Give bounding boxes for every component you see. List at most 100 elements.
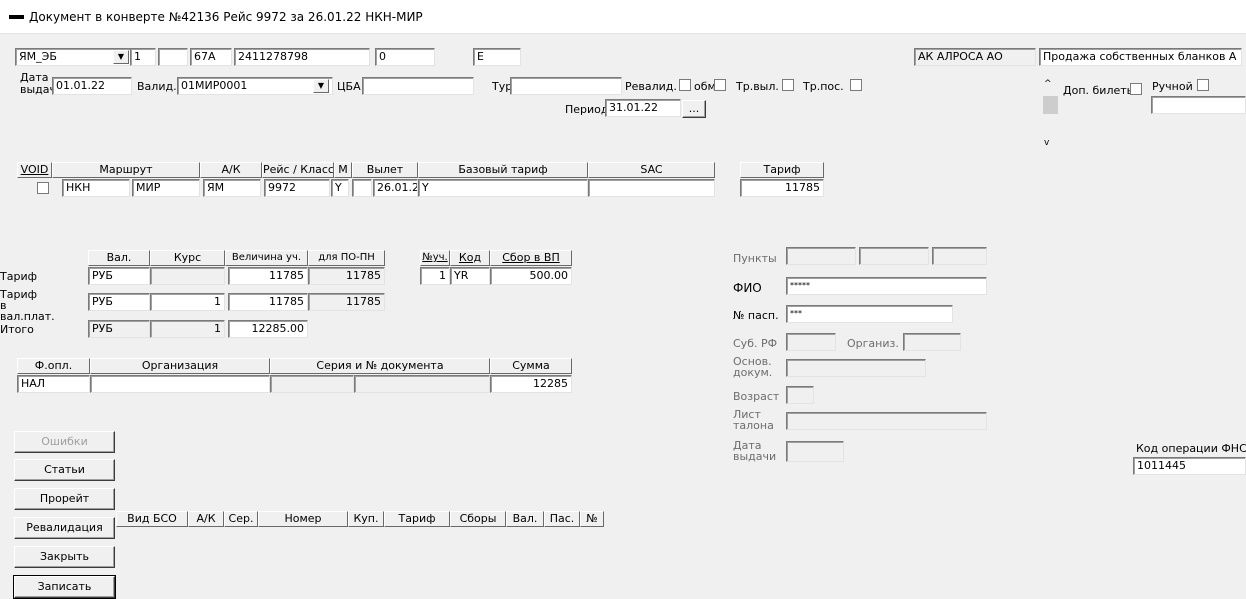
route-to[interactable]: МИР <box>132 179 200 197</box>
tour-field[interactable] <box>510 77 622 95</box>
route-ak[interactable]: ЯМ <box>203 179 261 197</box>
col-amount: Величина уч. <box>225 250 308 266</box>
col-fee-num[interactable]: №уч. <box>420 250 450 266</box>
fare-pay-row-label: Тариф в вал.плат. <box>0 288 55 323</box>
route-base-tariff[interactable]: Y <box>418 179 588 197</box>
route-class[interactable]: Y <box>331 179 349 197</box>
save-button[interactable]: Записать <box>13 575 116 599</box>
total-rate: 1 <box>150 320 225 338</box>
period-picker-button[interactable]: ... <box>682 100 706 118</box>
fio-field[interactable]: ***** <box>786 277 987 295</box>
scroll-up-icon[interactable]: ^ <box>1044 79 1052 89</box>
scroll-down-icon[interactable]: v <box>1044 138 1049 148</box>
void-checkbox[interactable] <box>37 182 49 194</box>
col-fee-sum[interactable]: Сбор в ВП <box>490 250 572 266</box>
valid-dropdown-icon[interactable]: ▼ <box>313 79 329 93</box>
fee-code-cell[interactable]: YR <box>450 267 490 285</box>
route-flight[interactable]: 9972 <box>264 179 330 197</box>
fare-pay-rate[interactable]: 1 <box>150 293 225 311</box>
fns-field[interactable]: 1011445 <box>1133 457 1246 475</box>
articles-button[interactable]: Статьи <box>14 459 115 481</box>
close-button[interactable]: Закрыть <box>14 546 115 568</box>
col-flight[interactable]: Рейс / Класс <box>262 162 334 178</box>
bso-col-7[interactable]: Вал. <box>506 511 544 527</box>
col-void[interactable]: VOID <box>17 162 52 178</box>
valid-combo[interactable]: 01МИР0001 <box>177 77 333 95</box>
top-field-5[interactable]: 2411278798 <box>234 48 370 66</box>
col-pay-form: Ф.опл. <box>17 358 90 374</box>
carrier-value: ЯМ_ЭБ <box>19 50 57 63</box>
top-field-6[interactable]: 0 <box>375 48 435 66</box>
bso-col-9[interactable]: № <box>580 511 604 527</box>
points-label: Пункты <box>733 252 777 265</box>
manual-checkbox[interactable] <box>1197 79 1209 91</box>
fare-pay-amount[interactable]: 11785 <box>228 293 308 311</box>
pay-form[interactable]: НАЛ <box>17 375 90 393</box>
fare-pay-popn: 11785 <box>308 293 385 311</box>
trpos-label: Тр.пос. <box>803 80 844 93</box>
points-field-2 <box>859 247 929 265</box>
age-label: Возраст <box>733 390 780 403</box>
fare-cur[interactable]: РУБ <box>88 267 150 285</box>
total-amount[interactable]: 12285.00 <box>228 320 308 338</box>
fee-num-cell[interactable]: 1 <box>420 267 450 285</box>
manual-field[interactable] <box>1151 96 1246 114</box>
scrollbar-thumb[interactable] <box>1043 96 1058 114</box>
route-from[interactable]: НКН <box>62 179 130 197</box>
col-sac[interactable]: SAC <box>588 162 715 178</box>
col-pay-doc: Серия и № документа <box>270 358 490 374</box>
total-row-label: Итого <box>0 323 34 336</box>
extra-tickets-checkbox[interactable] <box>1130 83 1142 95</box>
revalidation-button[interactable]: Ревалидация <box>14 517 115 539</box>
errors-button[interactable]: Ошибки <box>14 431 115 453</box>
route-m[interactable] <box>352 179 372 197</box>
points-field-3 <box>932 247 987 265</box>
title-bar: Документ в конверте №42136 Рейс 9972 за … <box>0 0 1246 34</box>
cba-label: ЦБА <box>337 80 361 93</box>
col-dep[interactable]: Вылет <box>352 162 418 178</box>
col-m[interactable]: М <box>334 162 352 178</box>
trpos-checkbox[interactable] <box>850 79 862 91</box>
route-dep[interactable]: 26.01.22 <box>373 179 418 197</box>
sale-type-field[interactable]: Продажа собственных бланков А <box>1039 48 1242 66</box>
cba-field[interactable] <box>362 77 474 95</box>
fare-pay-cur[interactable]: РУБ <box>88 293 150 311</box>
route-tariff[interactable]: 11785 <box>740 179 824 197</box>
fee-sum-cell[interactable]: 500.00 <box>490 267 572 285</box>
col-route[interactable]: Маршрут <box>52 162 200 178</box>
top-field-2[interactable]: 1 <box>130 48 156 66</box>
bso-col-4[interactable]: Куп. <box>348 511 384 527</box>
bso-col-5[interactable]: Тариф <box>384 511 450 527</box>
fare-amount[interactable]: 11785 <box>228 267 308 285</box>
bso-col-0[interactable]: Вид БСО <box>116 511 188 527</box>
bso-col-6[interactable]: Сборы <box>450 511 506 527</box>
pay-sum[interactable]: 12285 <box>490 375 572 393</box>
route-sac[interactable] <box>588 179 715 197</box>
trvyl-checkbox[interactable] <box>782 79 794 91</box>
pay-org[interactable] <box>90 375 270 393</box>
bso-col-1[interactable]: А/К <box>188 511 224 527</box>
top-field-7[interactable]: Е <box>473 48 521 66</box>
bso-col-8[interactable]: Пас. <box>544 511 580 527</box>
passport-label: № пасп. <box>733 309 779 322</box>
col-base-tariff[interactable]: Базовый тариф <box>418 162 588 178</box>
subj-field <box>786 333 836 351</box>
col-fee-code[interactable]: Код <box>450 250 490 266</box>
reval-checkbox[interactable] <box>679 79 691 91</box>
manual-label: Ручной <box>1152 80 1193 93</box>
top-field-3[interactable] <box>158 48 188 66</box>
passport-field[interactable]: *** <box>786 305 953 323</box>
bso-col-3[interactable]: Номер <box>258 511 348 527</box>
period-field[interactable]: 31.01.22 <box>605 99 681 117</box>
top-field-4[interactable]: 67А <box>190 48 232 66</box>
carrier-dropdown-icon[interactable]: ▼ <box>113 50 129 64</box>
col-tariff[interactable]: Тариф <box>740 162 824 178</box>
prorate-button[interactable]: Прорейт <box>14 488 115 510</box>
issue-date-field[interactable]: 01.01.22 <box>52 77 132 95</box>
date-field <box>786 441 844 462</box>
col-pay-sum: Сумма <box>490 358 572 374</box>
col-ak[interactable]: А/К <box>200 162 262 178</box>
obm-checkbox[interactable] <box>714 79 726 91</box>
bso-col-2[interactable]: Сер. <box>224 511 258 527</box>
org-field <box>903 333 961 351</box>
